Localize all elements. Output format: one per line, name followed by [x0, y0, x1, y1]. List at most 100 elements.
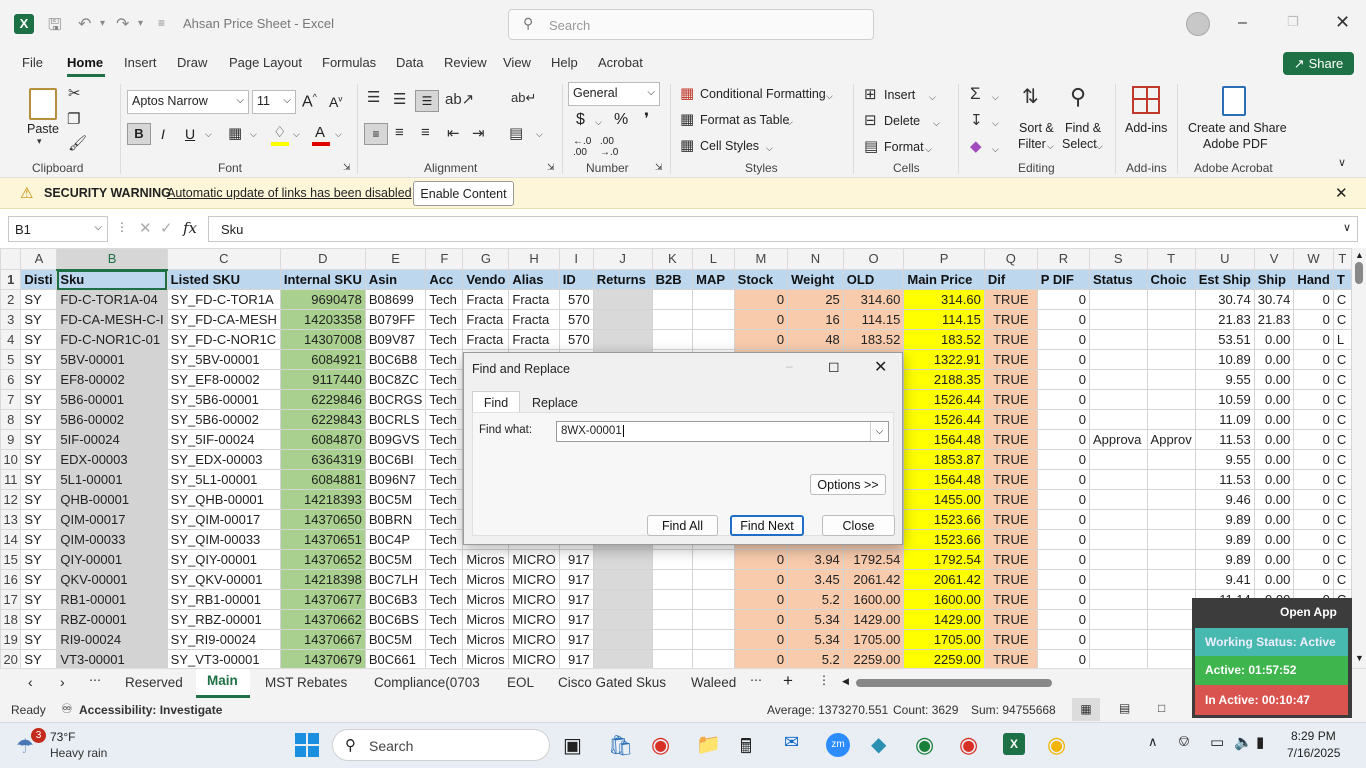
cell[interactable]: 5BV-00001 — [56, 349, 168, 370]
autosum-icon[interactable]: Σ — [970, 84, 981, 104]
cell[interactable]: Tech — [425, 609, 464, 630]
cell[interactable]: 0 — [733, 649, 789, 668]
column-header[interactable]: N — [787, 248, 844, 270]
cell[interactable] — [692, 589, 735, 610]
cell[interactable]: 0 — [1036, 609, 1090, 630]
cell[interactable] — [692, 309, 735, 330]
header-cell[interactable]: Asin — [364, 269, 427, 290]
cell[interactable]: 9.41 — [1194, 569, 1255, 590]
cell[interactable]: 0.00 — [1253, 549, 1295, 570]
sheet-tab-mst-rebates[interactable]: MST Rebates — [265, 675, 347, 690]
cell[interactable]: Micros — [462, 629, 510, 650]
cell[interactable] — [1146, 349, 1196, 370]
cell[interactable]: 917 — [558, 629, 594, 650]
cell[interactable]: SY_EF8-00002 — [166, 369, 281, 390]
weather-widget[interactable]: ☂ 3 73°F Heavy rain — [14, 728, 144, 764]
cell[interactable] — [1088, 629, 1148, 650]
cell[interactable]: 53.51 — [1194, 329, 1255, 350]
align-left-icon[interactable]: ≡ — [364, 123, 388, 145]
cell[interactable]: SY_QHB-00001 — [166, 489, 281, 510]
tab-file[interactable]: File — [22, 55, 43, 70]
cell[interactable]: 1523.66 — [903, 509, 985, 530]
cell[interactable]: 11.09 — [1194, 409, 1255, 430]
tab-page-layout[interactable]: Page Layout — [229, 55, 302, 70]
show-hidden-icons[interactable]: ∧ — [1148, 734, 1158, 750]
cell[interactable]: RB1-00001 — [56, 589, 168, 610]
cell[interactable]: 1429.00 — [903, 609, 985, 630]
cell[interactable] — [651, 609, 694, 630]
tab-find[interactable]: Find — [472, 391, 520, 413]
cell[interactable] — [592, 329, 653, 350]
cell[interactable]: 917 — [558, 569, 594, 590]
cell[interactable] — [651, 289, 694, 310]
cell[interactable]: B0C5M — [364, 489, 427, 510]
cell[interactable]: 0 — [1036, 369, 1090, 390]
row-header[interactable]: 13 — [0, 509, 22, 530]
tab-options-icon[interactable]: ⋮ — [818, 673, 830, 687]
cell[interactable]: 1523.66 — [903, 529, 985, 550]
italic-icon[interactable]: I — [161, 126, 165, 142]
cell[interactable]: SY — [20, 629, 58, 650]
cell[interactable]: 1455.00 — [903, 489, 985, 510]
cell[interactable] — [1146, 449, 1196, 470]
row-header[interactable]: 10 — [0, 449, 22, 470]
cell[interactable]: 0 — [733, 289, 789, 310]
cell[interactable]: SY_FD-C-NOR1C — [166, 329, 281, 350]
prev-sheet-icon[interactable]: ‹ — [28, 674, 33, 690]
cell[interactable] — [592, 589, 653, 610]
cell[interactable] — [692, 289, 735, 310]
column-header[interactable]: K — [651, 248, 694, 270]
paste-button[interactable]: Paste — [27, 122, 59, 136]
cell[interactable]: 1564.48 — [903, 429, 985, 450]
cell[interactable]: 0 — [1036, 469, 1090, 490]
search-box[interactable]: ⚲ Search — [508, 9, 874, 40]
paste-dropdown-icon[interactable]: ▾ — [37, 136, 42, 147]
cell[interactable] — [651, 589, 694, 610]
cell[interactable]: FD-C-TOR1A-04 — [56, 289, 168, 310]
cell[interactable]: 0.00 — [1253, 509, 1295, 530]
cell[interactable]: 1792.54 — [903, 549, 985, 570]
cell[interactable]: 1792.54 — [842, 549, 905, 570]
cell[interactable] — [1088, 289, 1148, 310]
cell[interactable]: SY — [20, 549, 58, 570]
tab-data[interactable]: Data — [396, 55, 423, 70]
cell[interactable]: 0 — [1293, 449, 1334, 470]
cell[interactable] — [1146, 509, 1196, 530]
cell[interactable]: Tech — [425, 649, 464, 668]
scroll-up-icon[interactable]: ▲ — [1355, 250, 1364, 260]
chevron-down-icon[interactable]: ⌵ — [335, 129, 342, 140]
row-header[interactable]: 16 — [0, 569, 22, 590]
create-pdf-icon[interactable] — [1222, 86, 1246, 116]
cell[interactable]: 6229843 — [279, 409, 366, 430]
cell[interactable] — [1146, 589, 1196, 610]
orientation-icon[interactable]: ab↗ — [445, 90, 474, 108]
cancel-entry-icon[interactable]: ✕ — [139, 219, 152, 237]
cell-styles-button[interactable]: Cell Styles — [700, 139, 759, 153]
cell[interactable]: C — [1332, 369, 1352, 390]
header-cell[interactable]: Ship — [1253, 269, 1295, 290]
chevron-down-icon[interactable]: ⌵ — [929, 92, 936, 103]
format-cells-button[interactable]: Format — [884, 140, 924, 154]
customize-qat-icon[interactable]: ≡ — [158, 16, 165, 30]
cell[interactable] — [692, 649, 735, 668]
font-size-box[interactable]: 11 ⌵ — [252, 90, 296, 114]
cell[interactable]: 2061.42 — [842, 569, 905, 590]
header-cell[interactable]: Main Price — [903, 269, 985, 290]
cell[interactable]: SY_QIM-00033 — [166, 529, 281, 550]
cell[interactable]: SY — [20, 329, 58, 350]
cell[interactable] — [692, 609, 735, 630]
cell[interactable]: 0.00 — [1253, 429, 1295, 450]
find-select-button-line2[interactable]: Select — [1062, 137, 1097, 151]
row-header[interactable]: 19 — [0, 629, 22, 650]
cell[interactable]: RI9-00024 — [56, 629, 168, 650]
row-header[interactable]: 1 — [0, 269, 22, 290]
cell[interactable]: Tech — [425, 369, 464, 390]
cell[interactable]: QKV-00001 — [56, 569, 168, 590]
close-button[interactable]: Close — [822, 515, 895, 536]
cell[interactable]: Tech — [425, 549, 464, 570]
copy-icon[interactable]: ❐ — [67, 110, 80, 128]
cell[interactable]: 0 — [1293, 529, 1334, 550]
cell[interactable]: EDX-00003 — [56, 449, 168, 470]
taskbar-search[interactable]: ⚲ Search — [332, 729, 550, 761]
redo-icon[interactable]: ↷ — [116, 14, 129, 34]
